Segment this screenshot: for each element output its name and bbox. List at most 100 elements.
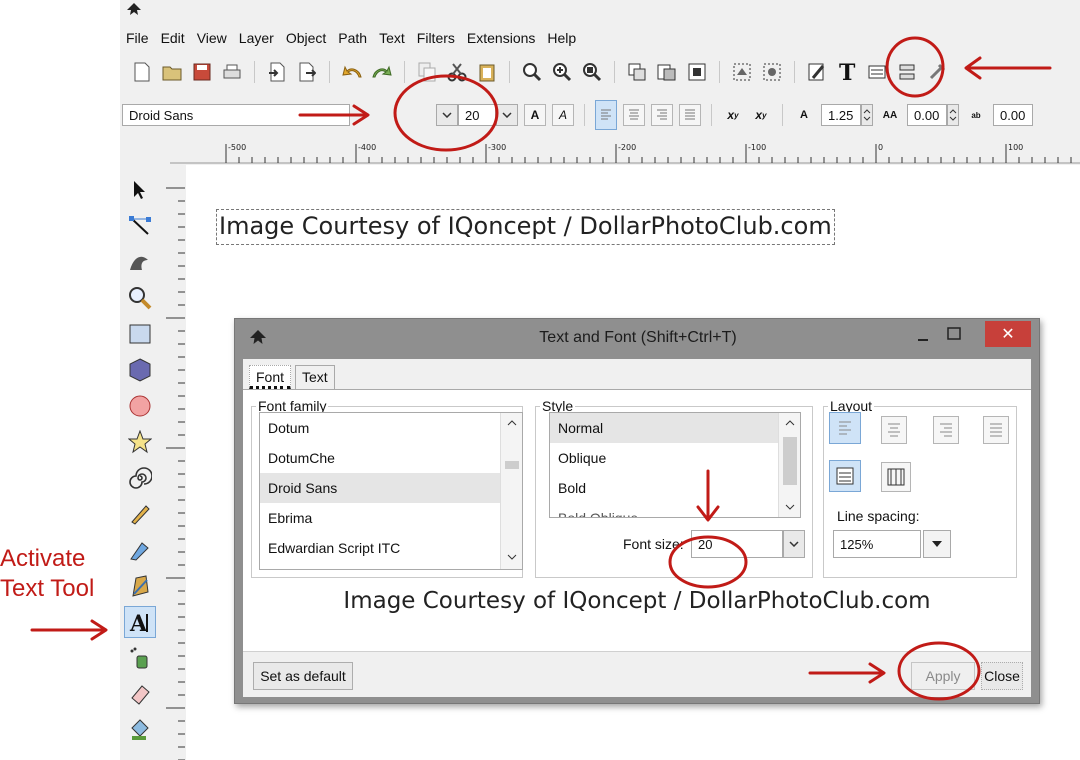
print-icon[interactable]	[220, 60, 244, 84]
group-icon[interactable]	[730, 60, 754, 84]
align-distribute-icon[interactable]	[895, 60, 919, 84]
redo-icon[interactable]	[370, 60, 394, 84]
paint-bucket-tool-icon[interactable]	[124, 714, 156, 746]
menu-filters[interactable]: Filters	[411, 27, 461, 49]
font-family-combo[interactable]: Droid Sans	[122, 104, 350, 126]
zoom-drawing-icon[interactable]	[550, 60, 574, 84]
preferences-icon[interactable]	[925, 60, 949, 84]
horizontal-text-button[interactable]	[829, 460, 861, 492]
set-as-default-button[interactable]: Set as default	[253, 662, 353, 690]
3d-box-tool-icon[interactable]	[124, 354, 156, 386]
import-icon[interactable]	[265, 60, 289, 84]
save-icon[interactable]	[190, 60, 214, 84]
font-family-list[interactable]: Dotum DotumChe Droid Sans Ebrima Edwardi…	[259, 412, 523, 570]
justify-button[interactable]	[679, 104, 701, 126]
menu-file[interactable]: File	[120, 27, 155, 49]
pencil-tool-icon[interactable]	[124, 498, 156, 530]
line-spacing-spinner[interactable]	[861, 104, 873, 126]
font-size-dropdown-button[interactable]	[496, 104, 518, 126]
ungroup-icon[interactable]	[760, 60, 784, 84]
line-spacing-input[interactable]: 125%	[833, 530, 921, 558]
pen-tool-icon[interactable]	[124, 534, 156, 566]
align-right-button[interactable]	[651, 104, 673, 126]
undo-icon[interactable]	[340, 60, 364, 84]
menu-layer[interactable]: Layer	[233, 27, 280, 49]
text-tool-icon[interactable]: A	[124, 606, 156, 638]
apply-button[interactable]: Apply	[911, 662, 975, 690]
minimize-icon[interactable]	[917, 331, 929, 343]
word-spacing-input[interactable]: 0.00	[993, 104, 1033, 126]
calligraphy-tool-icon[interactable]	[124, 570, 156, 602]
list-item[interactable]: Normal	[550, 413, 800, 443]
zoom-selection-icon[interactable]	[520, 60, 544, 84]
selector-tool-icon[interactable]	[124, 174, 156, 206]
star-tool-icon[interactable]	[124, 426, 156, 458]
list-item[interactable]: Bold Oblique	[550, 503, 800, 517]
menu-text[interactable]: Text	[373, 27, 411, 49]
clone-icon[interactable]	[655, 60, 679, 84]
canvas-text-object[interactable]: Image Courtesy of IQoncept / DollarPhoto…	[216, 209, 835, 245]
node-tool-icon[interactable]	[124, 210, 156, 242]
list-item[interactable]: Droid Sans	[260, 473, 522, 503]
zoom-page-icon[interactable]	[580, 60, 604, 84]
align-right-button[interactable]	[933, 416, 959, 444]
text-font-icon[interactable]: T	[835, 60, 859, 84]
eraser-tool-icon[interactable]	[124, 678, 156, 710]
menu-help[interactable]: Help	[541, 27, 582, 49]
unlink-clone-icon[interactable]	[685, 60, 709, 84]
close-icon[interactable]: ✕	[985, 321, 1031, 347]
rectangle-tool-icon[interactable]	[124, 318, 156, 350]
align-left-button[interactable]	[595, 100, 617, 130]
list-item[interactable]: Dotum	[260, 413, 522, 443]
tweak-tool-icon[interactable]	[124, 246, 156, 278]
style-list[interactable]: Normal Oblique Bold Bold Oblique	[549, 412, 801, 518]
duplicate-icon[interactable]	[625, 60, 649, 84]
justify-button[interactable]	[983, 416, 1009, 444]
list-item[interactable]: Bold	[550, 473, 800, 503]
ruler-label: 0	[878, 143, 883, 152]
spiral-tool-icon[interactable]	[124, 462, 156, 494]
font-size-dropdown-button[interactable]	[783, 530, 805, 558]
superscript-button[interactable]: xy	[722, 104, 744, 126]
line-spacing-dropdown-button[interactable]	[923, 530, 951, 558]
menu-path[interactable]: Path	[332, 27, 373, 49]
spray-tool-icon[interactable]	[124, 642, 156, 674]
menu-view[interactable]: View	[191, 27, 233, 49]
menu-object[interactable]: Object	[280, 27, 332, 49]
menu-extensions[interactable]: Extensions	[461, 27, 541, 49]
maximize-icon[interactable]	[947, 327, 961, 341]
scrollbar[interactable]	[778, 413, 800, 517]
tab-font[interactable]: Font	[249, 365, 292, 389]
dialog-font-size-input[interactable]: 20	[691, 530, 783, 558]
scrollbar[interactable]	[500, 413, 522, 569]
line-spacing-input[interactable]: 1.25	[821, 104, 861, 126]
export-icon[interactable]	[295, 60, 319, 84]
letter-spacing-spinner[interactable]	[947, 104, 959, 126]
open-folder-icon[interactable]	[160, 60, 184, 84]
font-size-input[interactable]: 20	[458, 104, 496, 126]
list-item[interactable]: Edwardian Script ITC	[260, 533, 522, 563]
close-button[interactable]: Close	[981, 662, 1023, 690]
copy-icon[interactable]	[415, 60, 439, 84]
tab-text[interactable]: Text	[295, 365, 335, 389]
bold-toggle[interactable]: A	[524, 104, 546, 126]
italic-toggle[interactable]: A	[552, 104, 574, 126]
list-item[interactable]: DotumChe	[260, 443, 522, 473]
ellipse-tool-icon[interactable]	[124, 390, 156, 422]
align-center-button[interactable]	[881, 416, 907, 444]
new-document-icon[interactable]	[130, 60, 154, 84]
fill-stroke-icon[interactable]	[805, 60, 829, 84]
letter-spacing-input[interactable]: 0.00	[907, 104, 947, 126]
list-item[interactable]: Ebrima	[260, 503, 522, 533]
vertical-text-button[interactable]	[881, 462, 911, 492]
paste-icon[interactable]	[475, 60, 499, 84]
align-center-button[interactable]	[623, 104, 645, 126]
cut-icon[interactable]	[445, 60, 469, 84]
font-family-dropdown-button[interactable]	[436, 104, 458, 126]
zoom-tool-icon[interactable]	[124, 282, 156, 314]
xml-editor-icon[interactable]	[865, 60, 889, 84]
menu-edit[interactable]: Edit	[155, 27, 191, 49]
align-left-button[interactable]	[829, 412, 861, 444]
list-item[interactable]: Oblique	[550, 443, 800, 473]
subscript-button[interactable]: xy	[750, 104, 772, 126]
